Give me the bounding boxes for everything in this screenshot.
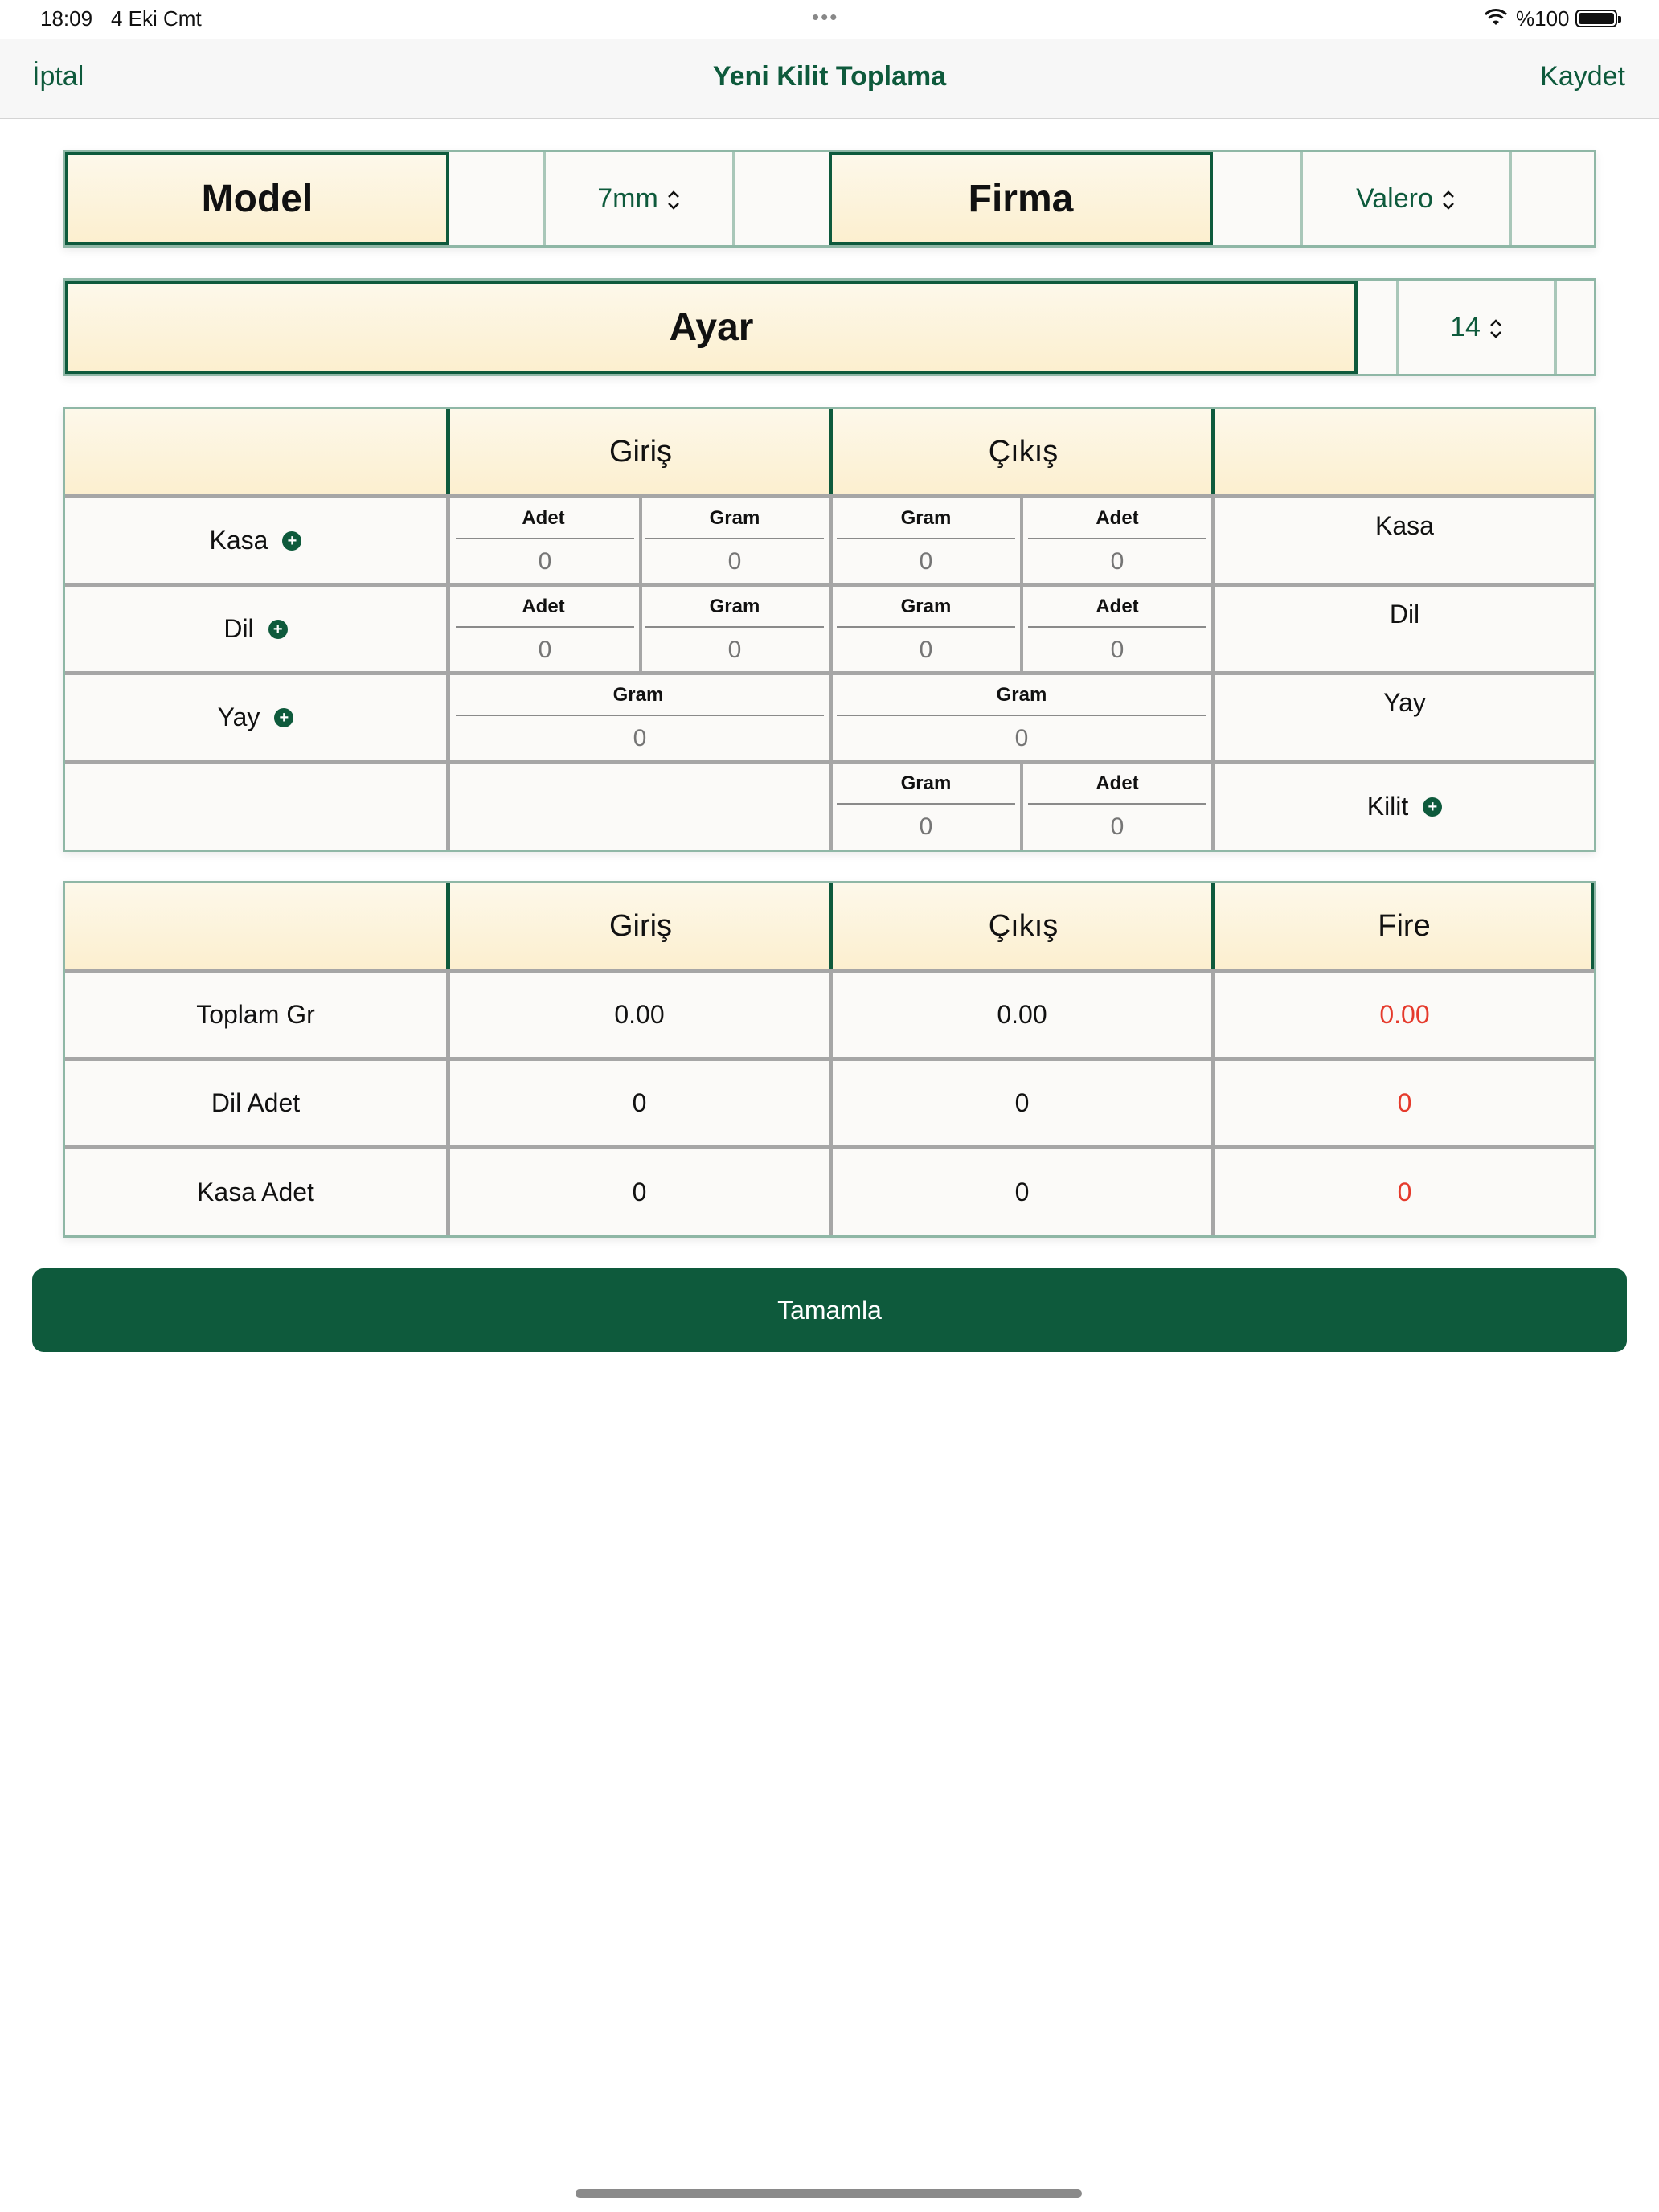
entry-header-giris: Giriş: [608, 434, 673, 469]
add-kasa-button[interactable]: +: [282, 530, 302, 551]
kilit-cikis-adet-input[interactable]: [1028, 811, 1206, 843]
dil-giris-adet-label: Adet: [522, 596, 565, 617]
model-label: Model: [65, 152, 449, 245]
kasa-giris-gram-input[interactable]: [645, 546, 824, 578]
chevron-up-down-icon: [1441, 187, 1454, 210]
kasa-cikis-adet-input[interactable]: [1028, 546, 1206, 578]
firma-picker-value: Valero: [1356, 182, 1433, 214]
entry-table: Giriş Çıkış Kasa + Adet Gram Gram Adet K…: [63, 407, 1596, 852]
table-row-yay-label: Yay +: [65, 675, 446, 760]
kilit-cikis-gram-label: Gram: [900, 772, 952, 794]
row-label-text: Kasa: [209, 526, 268, 555]
kasa-giris-adet-input[interactable]: [456, 546, 634, 578]
add-yay-button[interactable]: +: [274, 707, 294, 727]
home-indicator[interactable]: [576, 2189, 1082, 2198]
ayar-panel: Ayar 14: [63, 278, 1596, 376]
yay-cikis-gram-label: Gram: [996, 684, 1047, 706]
chevron-up-down-icon: [666, 187, 679, 210]
kasa-giris-gram-label: Gram: [709, 507, 760, 529]
kasa-cikis-gram-label: Gram: [900, 507, 952, 529]
dil-giris-gram-input[interactable]: [645, 634, 824, 666]
row-label-text: Kilit: [1366, 792, 1409, 821]
yay-giris-gram-label: Gram: [612, 684, 664, 706]
table-row-kasa-label: Kasa +: [65, 498, 446, 583]
model-firma-panel: Model 7mm Firma Valero: [63, 150, 1596, 248]
table-row-yay-right: Yay: [1383, 687, 1426, 717]
row-label-text: Dil: [223, 614, 254, 643]
status-time: 18:09: [40, 6, 93, 31]
summary-toplam-giris: 0.00: [614, 1000, 665, 1029]
ayar-picker[interactable]: 14: [1399, 281, 1552, 374]
save-button[interactable]: Kaydet: [1540, 61, 1625, 92]
status-date: 4 Eki Cmt: [111, 6, 202, 31]
dil-cikis-adet-label: Adet: [1096, 596, 1139, 617]
kilit-cikis-gram-input[interactable]: [837, 811, 1015, 843]
firma-picker[interactable]: Valero: [1303, 152, 1507, 245]
yay-cikis-gram-input[interactable]: [837, 723, 1206, 755]
summary-kasa-giris: 0: [632, 1178, 647, 1206]
dil-giris-gram-label: Gram: [709, 596, 760, 617]
summary-dil-fire: 0: [1397, 1088, 1412, 1117]
yay-giris-gram-input[interactable]: [456, 723, 824, 755]
battery-icon: [1575, 10, 1621, 27]
model-picker[interactable]: 7mm: [546, 152, 731, 245]
table-row-kilit-right: Kilit +: [1215, 764, 1594, 850]
chevron-up-down-icon: [1489, 316, 1501, 338]
battery-percent: %100: [1516, 6, 1570, 31]
table-row-dil-label: Dil +: [65, 587, 446, 671]
status-bar: 18:09 4 Eki Cmt ••• %100: [0, 0, 1659, 39]
multitasking-dots-icon[interactable]: •••: [812, 5, 838, 30]
summary-row-label: Toplam Gr: [196, 1000, 315, 1029]
dil-cikis-gram-input[interactable]: [837, 634, 1015, 666]
kilit-cikis-adet-label: Adet: [1096, 772, 1139, 794]
summary-dil-giris: 0: [632, 1088, 647, 1117]
summary-header-giris: Giriş: [608, 908, 673, 943]
ayar-label: Ayar: [65, 281, 1358, 374]
firma-label: Firma: [829, 152, 1213, 245]
ayar-picker-value: 14: [1450, 311, 1481, 342]
summary-kasa-fire: 0: [1397, 1178, 1412, 1206]
entry-header-cikis: Çıkış: [988, 434, 1059, 469]
dil-cikis-gram-label: Gram: [900, 596, 952, 617]
summary-table: Giriş Çıkış Fire Toplam Gr 0.00 0.00 0.0…: [63, 881, 1596, 1238]
kasa-cikis-adet-label: Adet: [1096, 507, 1139, 529]
summary-header-cikis: Çıkış: [988, 908, 1059, 943]
dil-cikis-adet-input[interactable]: [1028, 634, 1206, 666]
kasa-giris-adet-label: Adet: [522, 507, 565, 529]
table-row-dil-right: Dil: [1389, 599, 1420, 629]
dil-giris-adet-input[interactable]: [456, 634, 634, 666]
summary-row-label: Kasa Adet: [197, 1178, 314, 1206]
model-picker-value: 7mm: [597, 182, 658, 214]
navigation-bar: İptal Yeni Kilit Toplama Kaydet: [0, 39, 1659, 119]
table-row-kasa-right: Kasa: [1375, 510, 1434, 540]
summary-header-fire: Fire: [1378, 908, 1431, 943]
kasa-cikis-gram-input[interactable]: [837, 546, 1015, 578]
page-title: Yeni Kilit Toplama: [712, 61, 947, 92]
add-dil-button[interactable]: +: [268, 619, 288, 639]
complete-button[interactable]: Tamamla: [32, 1268, 1627, 1352]
summary-toplam-fire: 0.00: [1379, 1000, 1430, 1029]
summary-toplam-cikis: 0.00: [997, 1000, 1047, 1029]
wifi-icon: [1484, 9, 1508, 25]
add-kilit-button[interactable]: +: [1423, 797, 1443, 817]
row-label-text: Yay: [217, 703, 260, 731]
summary-kasa-cikis: 0: [1014, 1178, 1030, 1206]
summary-row-label: Dil Adet: [211, 1088, 301, 1117]
summary-dil-cikis: 0: [1014, 1088, 1030, 1117]
